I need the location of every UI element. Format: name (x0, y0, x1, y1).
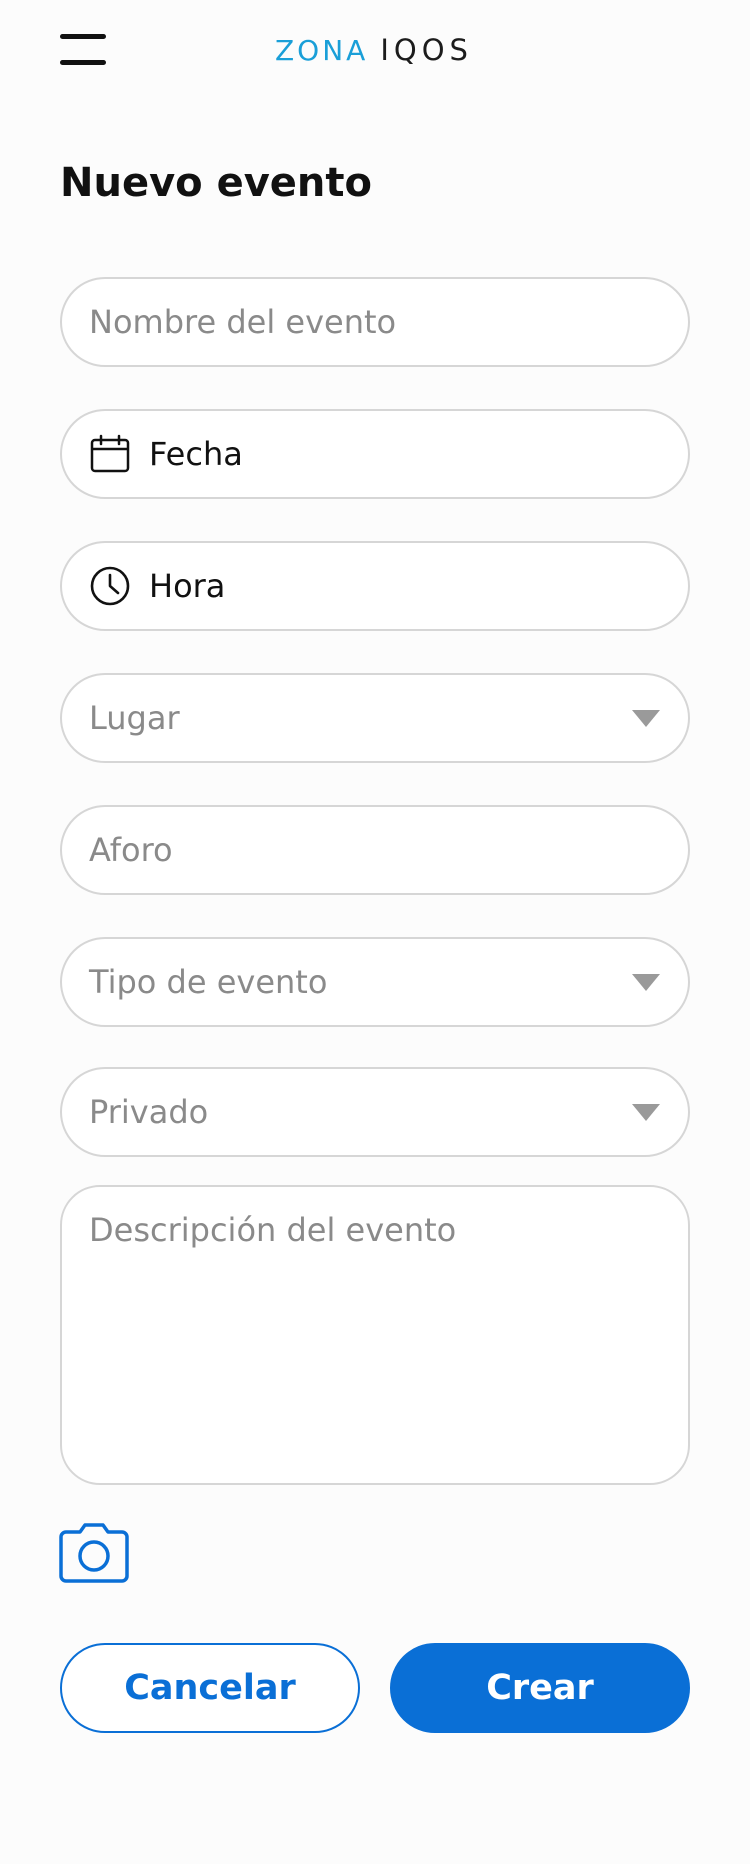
capacity-input[interactable] (89, 831, 688, 869)
logo-iqos: IQOS (380, 33, 473, 67)
chevron-down-icon (632, 974, 660, 991)
camera-icon[interactable] (58, 1522, 130, 1584)
capacity-field[interactable] (60, 805, 690, 895)
time-field[interactable]: Hora (60, 541, 690, 631)
event-type-placeholder: Tipo de evento (89, 963, 328, 1001)
new-event-screen: ZONA IQOS Nuevo evento Fecha Hora (0, 0, 750, 1864)
place-select[interactable]: Lugar (60, 673, 690, 763)
calendar-icon (89, 433, 131, 475)
page-title: Nuevo evento (60, 160, 372, 206)
time-value: Hora (149, 567, 226, 605)
place-placeholder: Lugar (89, 699, 180, 737)
event-name-input[interactable] (89, 303, 688, 341)
event-name-field[interactable] (60, 277, 690, 367)
clock-icon (89, 565, 131, 607)
date-value: Fecha (149, 435, 243, 473)
logo-zona: ZONA (275, 33, 369, 67)
privacy-placeholder: Privado (89, 1093, 209, 1131)
app-logo: ZONA IQOS (275, 30, 473, 70)
privacy-select[interactable]: Privado (60, 1067, 690, 1157)
chevron-down-icon (632, 1104, 660, 1121)
date-field[interactable]: Fecha (60, 409, 690, 499)
description-input[interactable] (89, 1211, 661, 1459)
create-button[interactable]: Crear (390, 1643, 690, 1733)
event-type-select[interactable]: Tipo de evento (60, 937, 690, 1027)
cancel-button[interactable]: Cancelar (60, 1643, 360, 1733)
menu-icon[interactable] (60, 30, 106, 70)
chevron-down-icon (632, 710, 660, 727)
description-field[interactable] (60, 1185, 690, 1485)
